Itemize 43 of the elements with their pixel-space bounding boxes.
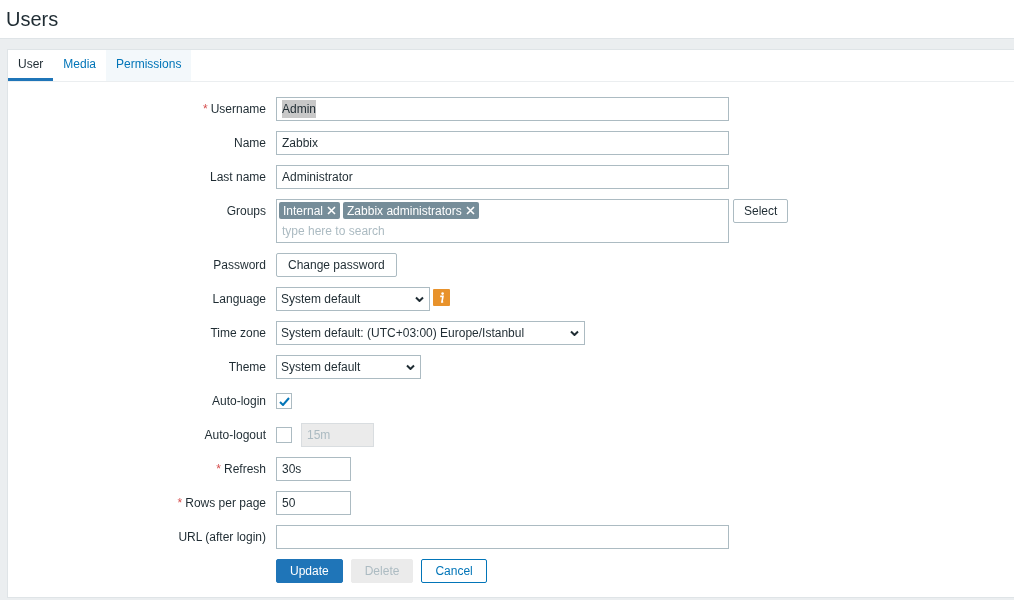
input-field[interactable]: 30s — [276, 457, 351, 481]
field-label: Name — [234, 135, 266, 152]
field-label: Theme — [228, 359, 266, 376]
chevron-down-icon — [415, 296, 424, 302]
input-field[interactable]: Admin — [276, 97, 729, 121]
field-value: Admin — [282, 100, 316, 118]
field-label: Groups — [226, 203, 266, 220]
dropdown[interactable]: System default — [276, 355, 421, 379]
input-field[interactable]: Zabbix — [276, 131, 729, 155]
update-button[interactable]: Update — [276, 559, 343, 583]
tag-label: Zabbix administrators — [347, 204, 462, 217]
input-field[interactable]: 50 — [276, 491, 351, 515]
field-label: Username — [210, 101, 266, 118]
close-icon[interactable] — [465, 206, 475, 215]
cancel-button[interactable]: Cancel — [421, 559, 487, 583]
input-field[interactable] — [276, 525, 729, 549]
tag-label: Internal — [283, 204, 324, 217]
field-label: Last name — [209, 169, 266, 186]
required-mark: * — [177, 495, 183, 512]
field-label: URL (after login) — [178, 529, 266, 546]
page-title: Users — [6, 9, 59, 29]
chevron-down-icon — [570, 330, 579, 336]
search-input[interactable]: type here to search — [279, 221, 479, 241]
input-field[interactable]: Administrator — [276, 165, 729, 189]
tab[interactable]: Permissions — [106, 50, 192, 81]
required-mark: * — [216, 461, 221, 478]
required-mark: * — [202, 101, 208, 118]
checkmark-icon — [278, 396, 290, 406]
dropdown[interactable]: System default — [276, 287, 430, 311]
field-label: Password — [213, 257, 266, 274]
field-label: Language — [212, 291, 266, 308]
field-label: Auto-login — [211, 393, 266, 410]
field-label: Refresh — [223, 461, 266, 478]
info-icon[interactable] — [433, 289, 450, 306]
dropdown[interactable]: System default: (UTC+03:00) Europe/Istanbul — [276, 321, 585, 345]
chevron-down-icon — [406, 364, 415, 370]
field-label: Rows per page — [185, 495, 266, 512]
field-label: Time zone — [210, 325, 266, 342]
change-password-button[interactable]: Change password — [276, 253, 397, 277]
select-button[interactable]: Select — [733, 199, 789, 223]
close-icon[interactable] — [327, 206, 337, 215]
checkbox[interactable] — [276, 393, 292, 409]
field-label: Auto-logout — [204, 427, 266, 444]
